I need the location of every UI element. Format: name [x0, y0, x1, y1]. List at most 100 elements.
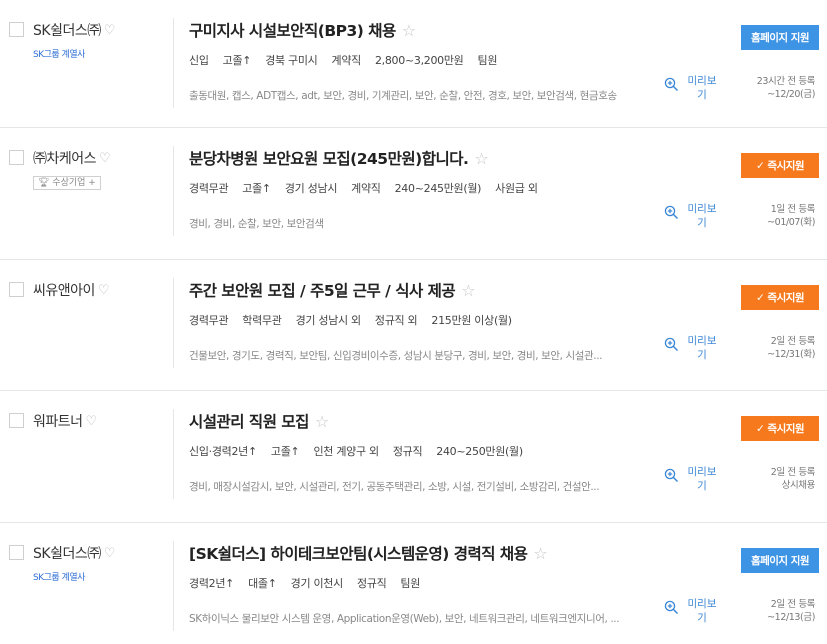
job-title[interactable]: 시설관리 직원 모집 ☆	[189, 410, 329, 432]
zoom-icon[interactable]	[664, 337, 679, 352]
award-badge[interactable]: 🏆︎ 수상기업 +	[33, 176, 101, 190]
star-icon[interactable]: ☆	[474, 149, 488, 168]
condition-item: 팀원	[477, 54, 498, 67]
company-name[interactable]: 워파트너 ♡	[33, 411, 97, 431]
condition-item: 정규직 외	[374, 313, 418, 327]
homepage-apply-button[interactable]: 홈페이지 지원	[741, 25, 819, 50]
job-conditions: 경력무관 학력무관 경기 성남시 외 정규직 외 215만원 이상(월)	[189, 312, 526, 328]
zoom-icon[interactable]	[664, 468, 679, 483]
condition-item: 경기 성남시 외	[295, 313, 362, 327]
job-row: 워파트너 ♡ 시설관리 직원 모집 ☆ 신입·경력2년↑ 고졸↑ 인천 계양구 외 정규직…	[0, 391, 827, 523]
company-name[interactable]: ㈜차케어스 ♡	[33, 148, 111, 168]
job-row: 씨유앤아이 ♡ 주간 보안원 모집 / 주5일 근무 / 식사 제공 ☆ 경력무관 학…	[0, 260, 827, 391]
job-title-text[interactable]: 구미지사 시설보안직(BP3) 채용	[189, 22, 396, 40]
job-title[interactable]: 구미지사 시설보안직(BP3) 채용 ☆	[189, 19, 416, 41]
job-title[interactable]: 주간 보안원 모집 / 주5일 근무 / 식사 제공 ☆	[189, 279, 476, 301]
zoom-icon[interactable]	[664, 600, 679, 615]
zoom-icon[interactable]	[664, 205, 679, 220]
zoom-icon[interactable]	[664, 77, 679, 92]
heart-icon[interactable]: ♡	[99, 151, 111, 166]
job-title-text[interactable]: [SK쉴더스] 하이테크보안팀(시스템운영) 경력직 채용	[189, 545, 528, 563]
star-icon[interactable]: ☆	[315, 412, 329, 431]
condition-item: 인천 계양구 외	[313, 445, 379, 458]
company-name-text[interactable]: SK쉴더스㈜	[33, 546, 101, 562]
posted-time: 2일 전 등록	[770, 335, 816, 347]
job-conditions: 경력2년↑ 대졸↑ 경기 이천시 정규직 팀원	[189, 575, 434, 591]
preview-link[interactable]: 미리보기	[664, 334, 717, 362]
company-name[interactable]: SK쉴더스㈜ ♡	[33, 543, 115, 563]
condition-item: 고졸↑	[270, 445, 300, 458]
preview-label[interactable]: 미리보기	[687, 334, 717, 362]
company-name-text[interactable]: 워파트너	[33, 414, 83, 430]
select-checkbox[interactable]	[9, 22, 24, 37]
condition-item: 신입	[189, 54, 209, 67]
posting-date: 2일 전 등록 ~12/31(화)	[767, 335, 815, 361]
instant-apply-button[interactable]: ✓ 즉시지원	[741, 284, 819, 310]
preview-label[interactable]: 미리보기	[687, 74, 717, 102]
job-title[interactable]: [SK쉴더스] 하이테크보안팀(시스템운영) 경력직 채용 ☆	[189, 542, 548, 564]
company-name[interactable]: 씨유앤아이 ♡	[33, 280, 110, 300]
select-checkbox[interactable]	[9, 150, 24, 165]
instant-apply-label[interactable]: 즉시지원	[767, 423, 804, 435]
award-badge-label: 수상기업 +	[52, 178, 96, 188]
heart-icon[interactable]: ♡	[86, 414, 98, 429]
select-checkbox[interactable]	[9, 281, 24, 297]
posting-date: 1일 전 등록 ~01/07(화)	[767, 203, 815, 229]
job-conditions: 신입·경력2년↑ 고졸↑ 인천 계양구 외 정규직 240~250만원(월)	[189, 443, 537, 459]
instant-apply-button[interactable]: ✓ 즉시지원	[741, 153, 819, 178]
deadline: ~12/20(금)	[767, 89, 815, 100]
homepage-apply-button[interactable]: 홈페이지 지원	[741, 547, 819, 573]
condition-item: 학력무관	[242, 313, 282, 327]
job-title[interactable]: 분당차병원 보안요원 모집(245만원)합니다. ☆	[189, 147, 489, 169]
deadline: ~12/13(금)	[767, 611, 815, 623]
job-tags: SK하이닉스 물리보안 시스템 운영, Application운영(Web), …	[189, 612, 620, 625]
job-title-text[interactable]: 시설관리 직원 모집	[189, 413, 309, 431]
company-group-label: SK그룹 계열사	[33, 572, 85, 583]
preview-link[interactable]: 미리보기	[664, 465, 717, 493]
company-name-text[interactable]: SK쉴더스㈜	[33, 23, 101, 39]
heart-icon[interactable]: ♡	[104, 23, 116, 38]
condition-item: 경기 이천시	[290, 576, 344, 590]
select-checkbox[interactable]	[9, 413, 24, 428]
posting-date: 2일 전 등록 상시채용	[771, 466, 816, 492]
condition-item: 2,800~3,200만원	[374, 54, 464, 67]
preview-label[interactable]: 미리보기	[687, 465, 717, 493]
divider	[173, 146, 174, 236]
divider	[173, 277, 174, 368]
trophy-icon: 🏆︎	[38, 178, 53, 188]
instant-apply-button[interactable]: ✓ 즉시지원	[741, 416, 819, 441]
heart-icon[interactable]: ♡	[104, 546, 116, 561]
preview-link[interactable]: 미리보기	[664, 202, 717, 230]
posted-time: 23시간 전 등록	[756, 76, 816, 87]
check-icon: ✓	[755, 291, 768, 304]
company-name-text[interactable]: ㈜차케어스	[33, 151, 97, 167]
select-checkbox[interactable]	[9, 544, 24, 560]
condition-item: 240~245만원(월)	[394, 182, 482, 195]
star-icon[interactable]: ☆	[461, 281, 475, 300]
condition-item: 240~250만원(월)	[436, 445, 523, 458]
instant-apply-label[interactable]: 즉시지원	[767, 292, 804, 304]
preview-link[interactable]: 미리보기	[664, 74, 717, 102]
divider	[173, 409, 174, 499]
job-title-text[interactable]: 분당차병원 보안요원 모집(245만원)합니다.	[189, 150, 469, 168]
preview-label[interactable]: 미리보기	[687, 202, 717, 230]
divider	[173, 18, 174, 108]
job-conditions: 신입 고졸↑ 경북 구미시 계약직 2,800~3,200만원 팀원	[189, 52, 511, 68]
star-icon[interactable]: ☆	[402, 21, 416, 40]
job-tags: 건물보안, 경기도, 경력직, 보안팀, 신입경비이수증, 성남시 분당구, 경…	[189, 349, 603, 362]
job-tags: 경비, 매장시설감시, 보안, 시설관리, 전기, 공동주택관리, 소방, 시설…	[189, 481, 600, 493]
star-icon[interactable]: ☆	[533, 544, 547, 563]
company-name[interactable]: SK쉴더스㈜ ♡	[33, 20, 115, 40]
condition-item: 대졸↑	[248, 576, 277, 590]
condition-item: 팀원	[400, 576, 421, 590]
heart-icon[interactable]: ♡	[98, 283, 110, 298]
company-name-text[interactable]: 씨유앤아이	[33, 283, 95, 299]
preview-link[interactable]: 미리보기	[664, 597, 717, 625]
posted-time: 2일 전 등록	[770, 598, 816, 610]
company-group-label: SK그룹 계열사	[33, 50, 85, 60]
job-title-text[interactable]: 주간 보안원 모집 / 주5일 근무 / 식사 제공	[189, 282, 456, 300]
posting-date: 2일 전 등록 ~12/13(금)	[767, 598, 815, 624]
preview-label[interactable]: 미리보기	[687, 597, 717, 625]
job-tags: 경비, 경비, 순찰, 보안, 보안검색	[189, 218, 324, 230]
instant-apply-label[interactable]: 즉시지원	[767, 160, 804, 172]
